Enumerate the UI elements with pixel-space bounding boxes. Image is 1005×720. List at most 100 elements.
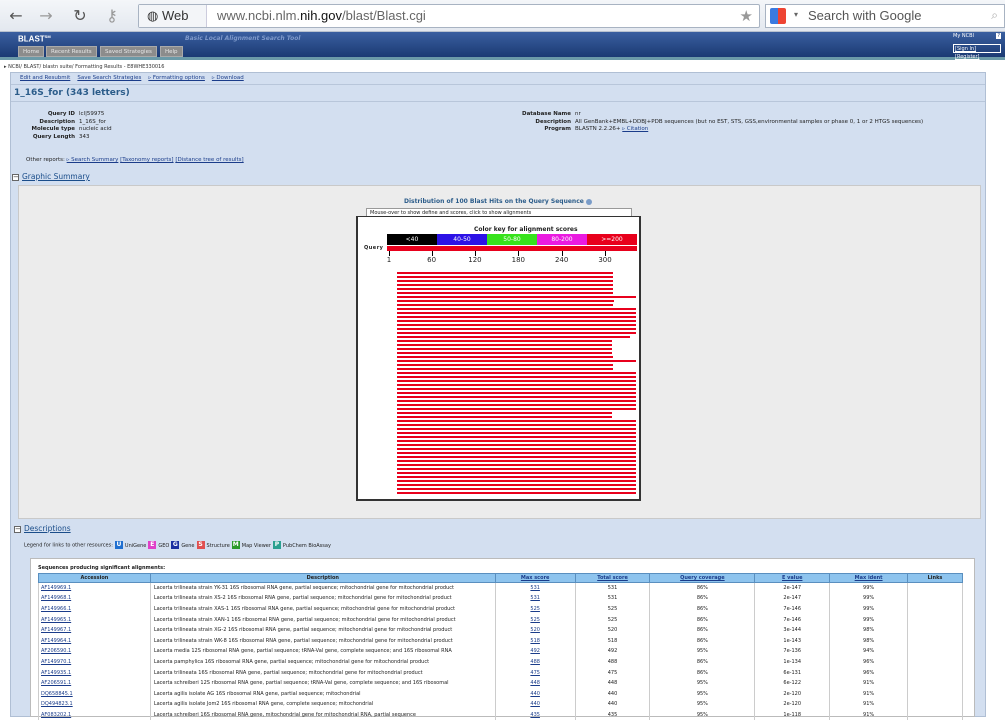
google-icon[interactable] bbox=[770, 8, 786, 24]
max-score-link[interactable]: 435 bbox=[494, 709, 576, 720]
hit-bar[interactable] bbox=[396, 304, 613, 307]
save-strategies-link[interactable]: Save Search Strategies bbox=[77, 75, 141, 81]
hit-bar[interactable] bbox=[396, 324, 637, 327]
search-icon[interactable]: ⌕ bbox=[991, 8, 998, 23]
hit-bar[interactable] bbox=[396, 292, 613, 295]
hit-bar[interactable] bbox=[396, 472, 637, 475]
accession-link[interactable]: DQ494823.1 bbox=[38, 699, 151, 710]
accession-link[interactable]: AF206590.1 bbox=[38, 646, 151, 657]
max-score-link[interactable]: 531 bbox=[494, 593, 576, 604]
column-header[interactable]: Accession bbox=[38, 573, 151, 583]
chevron-down-icon[interactable]: ▾ bbox=[794, 10, 798, 19]
link[interactable]: AF206591.1 bbox=[41, 680, 71, 686]
column-header[interactable]: Total score bbox=[574, 573, 651, 583]
hit-bar[interactable] bbox=[396, 360, 637, 363]
link[interactable]: AF149970.1 bbox=[41, 659, 71, 665]
tab-recent-results[interactable]: Recent Results bbox=[46, 46, 97, 57]
hit-bar[interactable] bbox=[396, 416, 613, 419]
link[interactable]: AF206590.1 bbox=[41, 648, 71, 654]
hit-bar[interactable] bbox=[396, 468, 637, 471]
bookmark-star-icon[interactable]: ★ bbox=[740, 7, 753, 25]
accession-link[interactable]: AF149935.1 bbox=[38, 667, 151, 678]
link[interactable]: 488 bbox=[530, 659, 540, 665]
accession-link[interactable]: AF149969.1 bbox=[38, 582, 151, 594]
back-button[interactable]: ← bbox=[6, 6, 26, 26]
link[interactable]: AF149968.1 bbox=[41, 595, 71, 601]
link[interactable]: AF149966.1 bbox=[41, 606, 71, 612]
hit-bar[interactable] bbox=[396, 464, 637, 467]
column-header[interactable]: Links bbox=[907, 573, 963, 583]
forward-button[interactable]: → bbox=[36, 6, 56, 26]
sort-link[interactable]: Total score bbox=[597, 575, 628, 581]
taxonomy-reports-link[interactable]: [Taxonomy reports] bbox=[120, 157, 173, 163]
column-header[interactable]: E value bbox=[754, 573, 831, 583]
hit-bar[interactable] bbox=[396, 396, 637, 399]
max-score-link[interactable]: 525 bbox=[494, 603, 576, 615]
blast-logo[interactable]: BLASTSM bbox=[18, 34, 51, 44]
link[interactable]: 440 bbox=[530, 691, 540, 697]
max-score-link[interactable]: 492 bbox=[494, 646, 576, 657]
link[interactable]: 492 bbox=[530, 648, 540, 654]
edit-resubmit-link[interactable]: Edit and Resubmit bbox=[20, 75, 70, 81]
max-score-link[interactable]: 475 bbox=[494, 667, 576, 678]
link[interactable]: 440 bbox=[530, 701, 540, 707]
sort-link[interactable]: Query coverage bbox=[680, 575, 725, 581]
accession-link[interactable]: AF206591.1 bbox=[38, 677, 151, 689]
hit-bar[interactable] bbox=[396, 480, 637, 483]
help-icon[interactable] bbox=[585, 198, 592, 205]
hit-bar[interactable] bbox=[396, 492, 637, 495]
link[interactable]: 531 bbox=[530, 585, 540, 591]
max-score-link[interactable]: 525 bbox=[494, 614, 576, 625]
hit-bar[interactable] bbox=[396, 440, 637, 443]
hit-bar[interactable] bbox=[396, 412, 613, 415]
hit-bar[interactable] bbox=[396, 448, 637, 451]
max-score-link[interactable]: 488 bbox=[494, 656, 576, 668]
hit-bar[interactable] bbox=[396, 288, 613, 291]
sort-link[interactable]: Max score bbox=[521, 575, 550, 581]
accession-link[interactable]: AF149970.1 bbox=[38, 656, 151, 668]
column-header[interactable]: Query coverage bbox=[649, 573, 756, 583]
hit-bar[interactable] bbox=[396, 336, 630, 339]
collapse-icon[interactable]: − bbox=[14, 526, 21, 533]
hit-bar[interactable] bbox=[396, 296, 637, 299]
link[interactable]: DQ494823.1 bbox=[41, 701, 73, 707]
reload-button[interactable]: ↻ bbox=[70, 6, 90, 26]
hit-bar[interactable] bbox=[396, 376, 637, 379]
accession-link[interactable]: DQ658845.1 bbox=[38, 688, 151, 700]
sort-link[interactable]: E value bbox=[782, 575, 802, 581]
link[interactable]: 475 bbox=[530, 670, 540, 676]
hit-bar[interactable] bbox=[396, 388, 637, 391]
hit-bar[interactable] bbox=[396, 380, 637, 383]
link[interactable]: 435 bbox=[530, 712, 540, 718]
link[interactable]: 525 bbox=[530, 606, 540, 612]
hit-bar[interactable] bbox=[396, 444, 637, 447]
hit-bar[interactable] bbox=[396, 280, 613, 283]
hit-bar[interactable] bbox=[396, 368, 613, 371]
link[interactable]: DQ658845.1 bbox=[41, 691, 73, 697]
link[interactable]: AF083202.1 bbox=[41, 712, 71, 718]
accession-link[interactable]: AF149964.1 bbox=[38, 635, 151, 647]
max-score-link[interactable]: 531 bbox=[494, 582, 576, 594]
hit-bar[interactable] bbox=[396, 420, 637, 423]
hit-bar[interactable] bbox=[396, 332, 637, 335]
hit-bar[interactable] bbox=[396, 308, 637, 311]
max-score-link[interactable]: 448 bbox=[494, 677, 576, 689]
search-box[interactable]: ▾ Search with Google ⌕ bbox=[765, 4, 1005, 28]
hit-bar[interactable] bbox=[396, 372, 637, 375]
search-summary-link[interactable]: ▹ Search Summary bbox=[67, 157, 119, 163]
accession-link[interactable]: AF083202.1 bbox=[38, 709, 151, 720]
hit-bar[interactable] bbox=[396, 340, 613, 343]
hit-bar[interactable] bbox=[396, 484, 637, 487]
max-score-link[interactable]: 440 bbox=[494, 688, 576, 700]
hit-bar[interactable] bbox=[396, 348, 613, 351]
link[interactable]: 518 bbox=[530, 638, 540, 644]
link[interactable]: 520 bbox=[530, 627, 540, 633]
hit-bar[interactable] bbox=[396, 316, 637, 319]
signin-register-link[interactable]: [Sign In] [Register] bbox=[953, 44, 1001, 60]
column-header[interactable]: Description bbox=[149, 573, 496, 583]
max-score-link[interactable]: 440 bbox=[494, 699, 576, 710]
address-bar[interactable]: ◍ Web www.ncbi.nlm.nih.gov/blast/Blast.c… bbox=[138, 4, 760, 28]
collapse-icon[interactable]: − bbox=[12, 174, 19, 181]
hit-bar[interactable] bbox=[396, 352, 613, 355]
myncbi-label[interactable]: My NCBI? bbox=[953, 33, 1001, 39]
